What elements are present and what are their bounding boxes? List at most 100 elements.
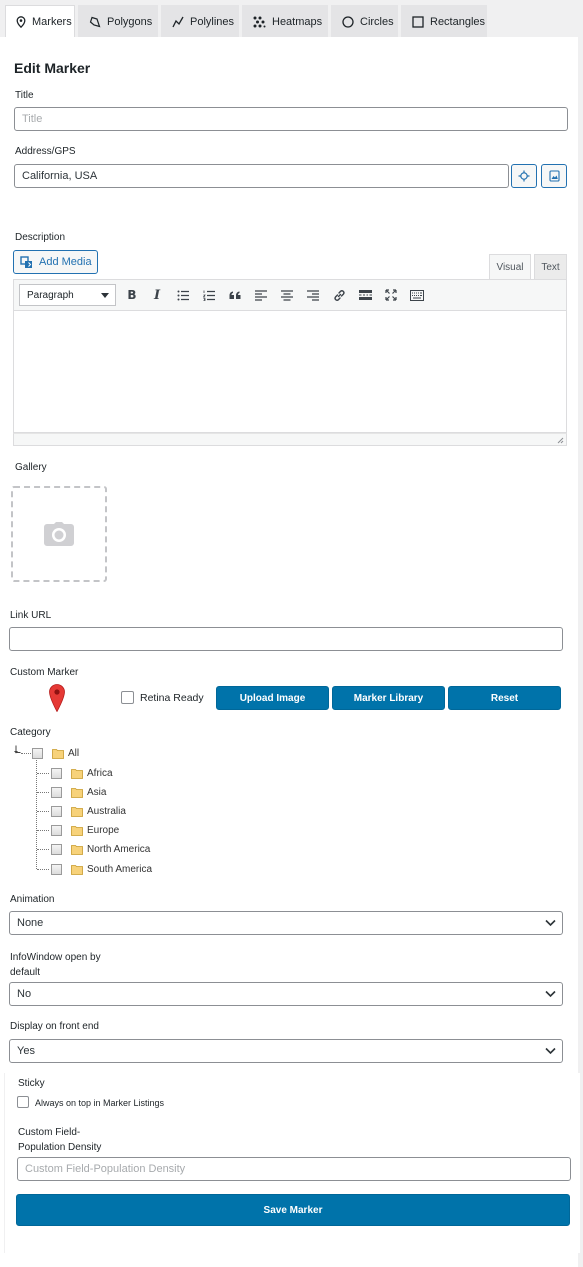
category-checkbox-all[interactable] [32, 748, 43, 759]
tab-polygons[interactable]: Polygons [78, 5, 158, 37]
tab-rectangles[interactable]: Rectangles [401, 5, 487, 37]
editor-toolbar: Paragraph B I [13, 279, 567, 311]
category-name[interactable]: Asia [87, 787, 106, 798]
category-checkbox[interactable] [51, 844, 62, 855]
display-label: Display on front end [10, 1021, 99, 1032]
tab-visual[interactable]: Visual [489, 254, 531, 279]
tab-markers[interactable]: Markers [5, 5, 75, 37]
page-title: Edit Marker [14, 60, 91, 76]
marker-library-button[interactable]: Marker Library [332, 686, 445, 710]
title-input[interactable] [14, 107, 568, 131]
retina-ready-checkbox[interactable] [121, 691, 134, 704]
reset-button[interactable]: Reset [448, 686, 561, 710]
tab-circles[interactable]: Circles [331, 5, 398, 37]
add-media-button[interactable]: Add Media [13, 250, 98, 274]
gallery-upload-box[interactable] [11, 486, 107, 582]
numbered-list-button[interactable] [198, 284, 220, 306]
folder-icon [71, 788, 83, 798]
custom-field-label-line1: Custom Field- [18, 1127, 81, 1138]
bullet-list-button[interactable] [172, 284, 194, 306]
description-editor[interactable] [13, 311, 567, 433]
category-name[interactable]: North America [87, 844, 150, 855]
tab-label: Polylines [190, 15, 235, 28]
map-image-icon [548, 170, 560, 182]
fullscreen-button[interactable] [380, 284, 402, 306]
italic-icon: I [153, 287, 161, 303]
link-button[interactable] [328, 284, 350, 306]
folder-icon [71, 807, 83, 817]
category-name[interactable]: Europe [87, 825, 119, 836]
crosshair-icon [518, 170, 530, 182]
animation-select[interactable]: None [9, 911, 563, 935]
link-url-input[interactable] [9, 627, 563, 651]
sticky-checkbox[interactable] [17, 1096, 29, 1108]
category-checkbox[interactable] [51, 864, 62, 875]
tab-label: Rectangles [430, 15, 486, 28]
category-name[interactable]: Africa [87, 768, 113, 779]
italic-button[interactable]: I [146, 284, 168, 306]
infowindow-select[interactable]: No [9, 982, 563, 1006]
numbered-list-icon [203, 290, 215, 301]
retina-ready-label: Retina Ready [140, 692, 204, 704]
toolbar-toggle-icon [410, 289, 424, 301]
category-checkbox[interactable] [51, 768, 62, 779]
display-value: Yes [17, 1045, 35, 1057]
tab-heatmaps[interactable]: Heatmaps [242, 5, 328, 37]
infowindow-label-line2: default [10, 967, 41, 978]
category-checkbox[interactable] [51, 787, 62, 798]
paragraph-format-select[interactable]: Paragraph [19, 284, 116, 306]
chevron-down-icon [545, 990, 556, 998]
category-checkbox[interactable] [51, 825, 62, 836]
infowindow-label: InfoWindow open by default [10, 950, 101, 980]
rectangle-icon [412, 15, 424, 28]
read-more-button[interactable] [354, 284, 376, 306]
editor-statusbar [13, 433, 567, 446]
circle-icon [342, 15, 354, 28]
paragraph-format-value: Paragraph [27, 289, 74, 301]
save-marker-button[interactable]: Save Marker [16, 1194, 570, 1226]
align-right-icon [307, 289, 319, 301]
add-media-label: Add Media [39, 256, 92, 268]
tree-collapse-icon[interactable] [13, 745, 21, 754]
custom-marker-label: Custom Marker [10, 667, 79, 678]
blockquote-button[interactable] [224, 284, 246, 306]
polygon-icon [89, 16, 101, 27]
gallery-label: Gallery [15, 462, 47, 473]
toolbar-toggle-button[interactable] [406, 284, 428, 306]
tab-polylines[interactable]: Polylines [161, 5, 239, 37]
tab-text[interactable]: Text [534, 254, 567, 279]
folder-icon [71, 769, 83, 779]
category-name-all[interactable]: All [68, 748, 79, 759]
map-pick-button[interactable] [541, 164, 567, 188]
upload-image-button[interactable]: Upload Image [216, 686, 329, 710]
link-url-label: Link URL [10, 610, 52, 621]
folder-icon [71, 865, 83, 875]
folder-icon [71, 845, 83, 855]
infowindow-value: No [17, 988, 32, 1000]
tab-label: Heatmaps [272, 15, 323, 28]
camera-icon [44, 522, 74, 546]
align-center-icon [281, 289, 293, 301]
category-label: Category [10, 727, 51, 738]
infowindow-label-line1: InfoWindow open by [10, 952, 101, 963]
blockquote-icon [229, 291, 241, 299]
category-name[interactable]: South America [87, 864, 152, 875]
fullscreen-icon [385, 289, 397, 301]
locate-button[interactable] [511, 164, 537, 188]
bold-button[interactable]: B [121, 284, 143, 306]
chevron-down-icon [101, 293, 109, 298]
category-name[interactable]: Australia [87, 806, 126, 817]
custom-field-input[interactable] [17, 1157, 571, 1181]
align-left-button[interactable] [250, 284, 272, 306]
folder-icon [52, 749, 64, 759]
address-input[interactable] [14, 164, 509, 188]
animation-label: Animation [10, 894, 55, 905]
align-center-button[interactable] [276, 284, 298, 306]
folder-icon [71, 826, 83, 836]
align-right-button[interactable] [302, 284, 324, 306]
category-checkbox[interactable] [51, 806, 62, 817]
resize-handle-icon[interactable] [556, 436, 564, 444]
display-select[interactable]: Yes [9, 1039, 563, 1063]
address-label: Address/GPS [15, 146, 76, 157]
bold-icon: B [127, 288, 137, 302]
